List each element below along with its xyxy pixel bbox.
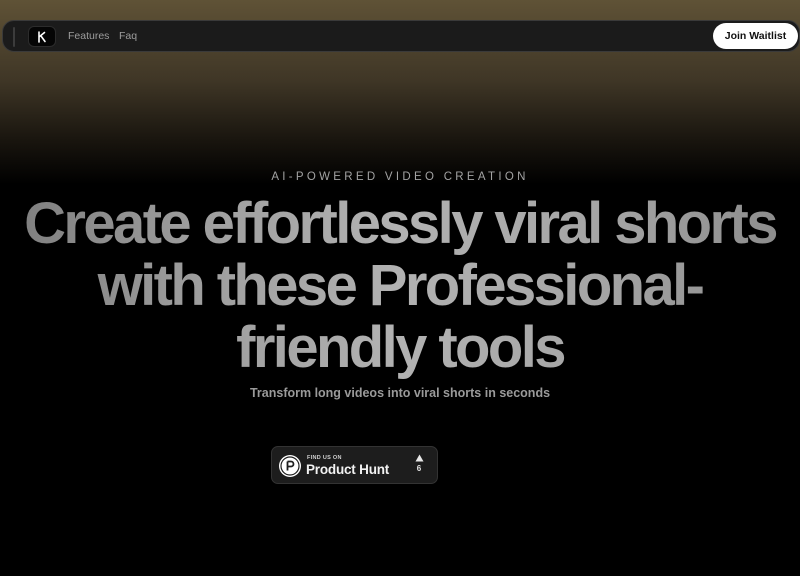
- nav-link-features[interactable]: Features: [68, 30, 109, 42]
- nav-link-faq[interactable]: Faq: [119, 30, 137, 42]
- hero-subtitle: Transform long videos into viral shorts …: [249, 386, 551, 400]
- stylized-k-logo-icon: [38, 30, 46, 43]
- headline-line-1: Create effortlessly viral shorts: [24, 191, 776, 256]
- join-waitlist-button[interactable]: Join Waitlist: [713, 23, 798, 49]
- headline-line-3: friendly tools: [236, 315, 564, 380]
- landing-page: Features Faq Join Waitlist AI-POWERED VI…: [0, 0, 800, 576]
- product-hunt-badge[interactable]: FIND US ON Product Hunt 6: [271, 446, 438, 484]
- hero-headline: Create effortlessly viral shorts with th…: [0, 193, 800, 379]
- product-hunt-name: Product Hunt: [306, 462, 390, 477]
- top-navbar: Features Faq Join Waitlist: [2, 20, 800, 52]
- hero-eyebrow: AI-POWERED VIDEO CREATION: [271, 171, 529, 183]
- nav-handle: [13, 27, 15, 47]
- upvote-triangle-icon: [415, 454, 423, 462]
- product-hunt-vote: 6: [412, 454, 426, 473]
- product-hunt-logo-icon: [279, 455, 301, 477]
- product-hunt-small-label: FIND US ON: [307, 455, 342, 461]
- product-hunt-vote-count: 6: [416, 464, 422, 473]
- headline-line-2: with these Professional-: [97, 253, 703, 318]
- logo[interactable]: [28, 26, 56, 47]
